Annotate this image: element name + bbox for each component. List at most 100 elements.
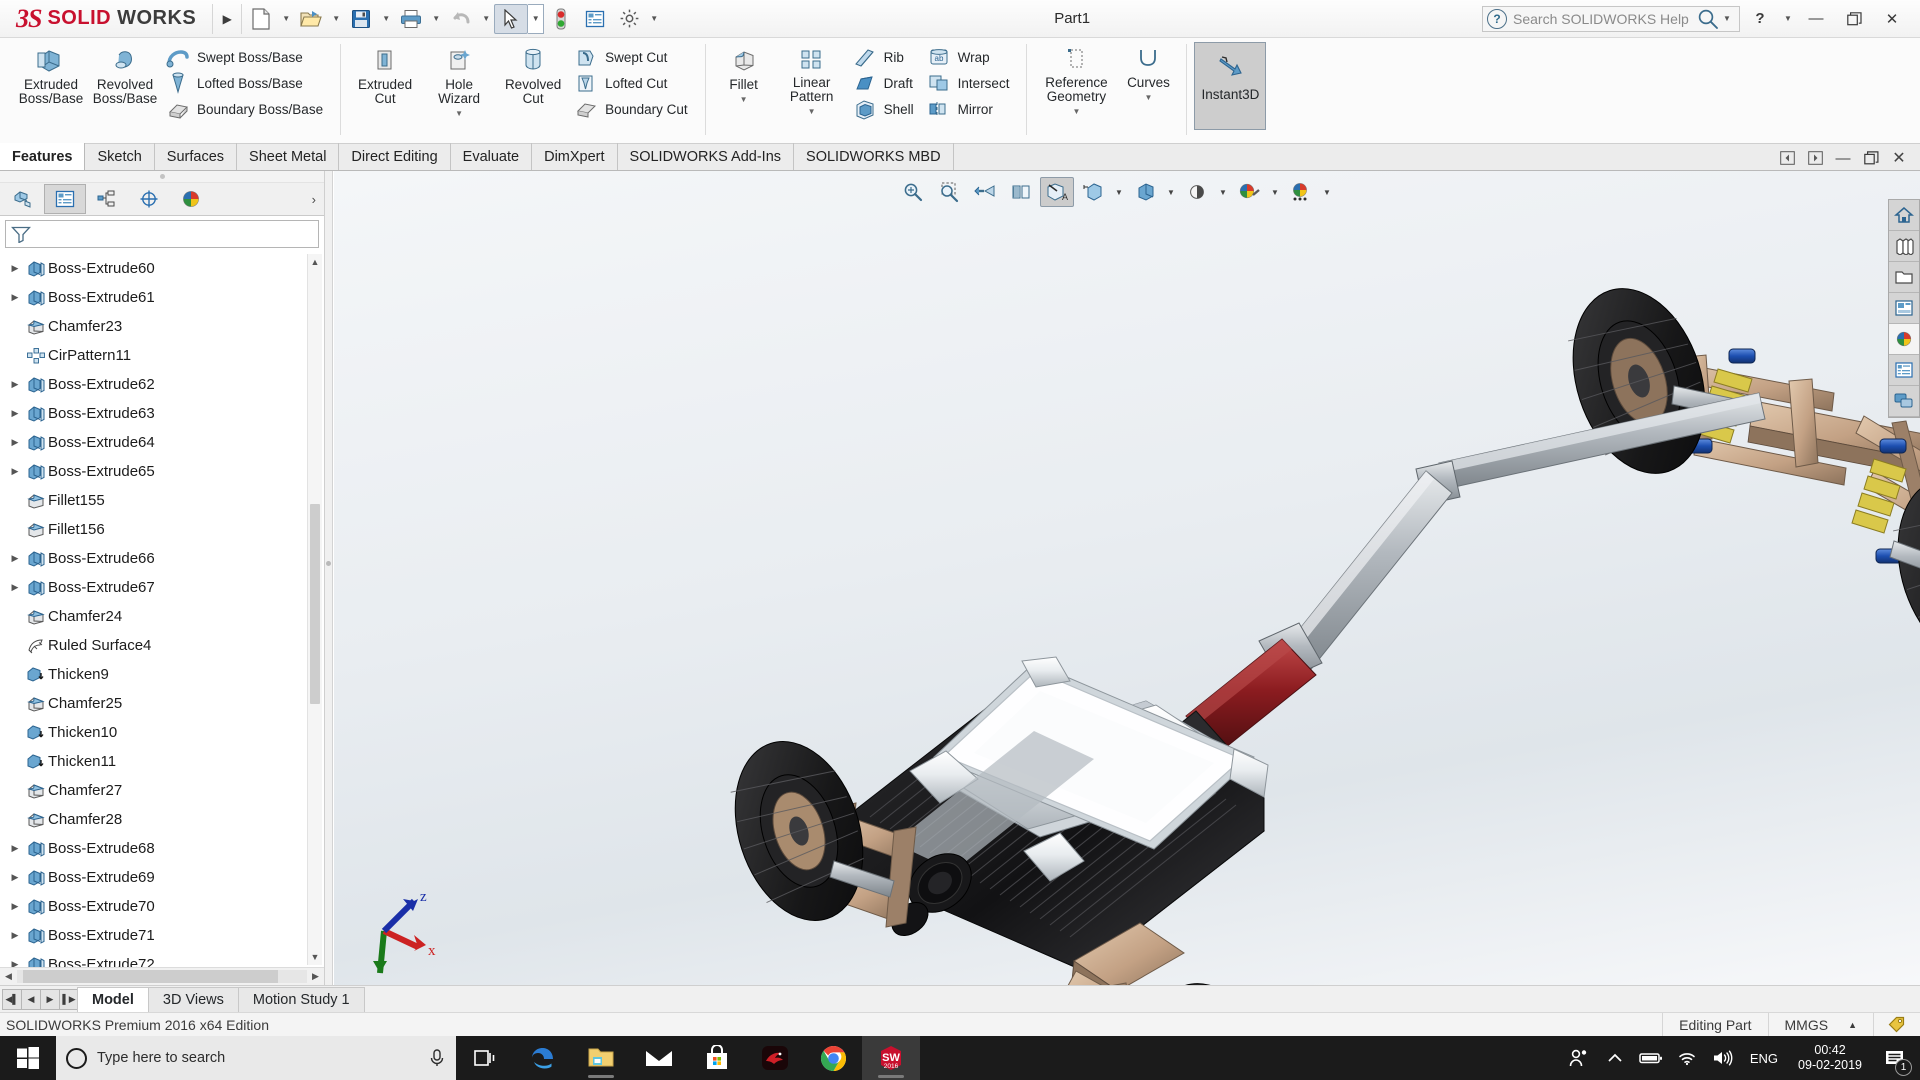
tree-item[interactable]: Chamfer27: [0, 776, 324, 805]
graphics-viewport[interactable]: A ▼ ▼ ▼ ▼ ▼ x z: [334, 171, 1920, 985]
panel-expand-icon[interactable]: ›: [312, 192, 324, 207]
expand-arrow-icon[interactable]: ▶: [6, 466, 24, 477]
expand-arrow-icon[interactable]: ▶: [6, 872, 24, 883]
taskbar-app-dragon-center[interactable]: [746, 1036, 804, 1080]
tab-dimxpert[interactable]: DimXpert: [532, 143, 618, 170]
reference-geometry-caret-icon[interactable]: ▼: [1072, 107, 1080, 116]
dimxpert-manager-tab[interactable]: [128, 184, 170, 214]
fillet-button[interactable]: Fillet: [713, 42, 775, 93]
mirror-button[interactable]: Mirror: [923, 96, 1019, 122]
expand-arrow-icon[interactable]: ▶: [6, 582, 24, 593]
hscroll-track[interactable]: [17, 970, 307, 983]
scroll-thumb[interactable]: [310, 504, 320, 704]
tree-item[interactable]: Ruled Surface4: [0, 631, 324, 660]
tree-item[interactable]: Thicken9: [0, 660, 324, 689]
solidworks-forum-button[interactable]: [1889, 386, 1919, 417]
expand-arrow-icon[interactable]: ▶: [6, 930, 24, 941]
tree-item[interactable]: ▶ Boss-Extrude68: [0, 834, 324, 863]
document-minimize-button[interactable]: —: [1830, 146, 1856, 170]
previous-view-button[interactable]: [968, 177, 1002, 207]
scroll-left-icon[interactable]: ◀: [0, 971, 17, 982]
show-hidden-icons-icon[interactable]: [1598, 1036, 1632, 1080]
linear-pattern-caret-icon[interactable]: ▼: [808, 107, 816, 116]
search-icon[interactable]: [1697, 8, 1719, 30]
language-indicator[interactable]: ENG: [1742, 1036, 1786, 1080]
tree-item[interactable]: ▶ Boss-Extrude64: [0, 428, 324, 457]
battery-icon[interactable]: [1634, 1036, 1668, 1080]
edit-appearance-button[interactable]: [1180, 177, 1214, 207]
extruded-cut-button[interactable]: Extruded Cut: [348, 42, 422, 107]
hide-show-items-button[interactable]: [1128, 177, 1162, 207]
document-restore-button[interactable]: [1858, 146, 1884, 170]
solidworks-logo[interactable]: 3S SOLID WORKS: [0, 0, 210, 38]
custom-properties-button[interactable]: [1889, 355, 1919, 386]
windows-start-icon[interactable]: [0, 1036, 56, 1080]
tree-item[interactable]: ▶ Boss-Extrude61: [0, 283, 324, 312]
doc-tab-motion-study[interactable]: Motion Study 1: [237, 986, 365, 1012]
revolved-boss-base-button[interactable]: Revolved Boss/Base: [88, 42, 162, 107]
volume-icon[interactable]: [1706, 1036, 1740, 1080]
shell-button[interactable]: Shell: [849, 96, 923, 122]
tree-item[interactable]: Thicken10: [0, 718, 324, 747]
scroll-down-icon[interactable]: ▼: [308, 949, 322, 965]
new-document-caret-icon[interactable]: ▼: [278, 4, 294, 34]
tree-item[interactable]: Chamfer24: [0, 602, 324, 631]
undo-caret-icon[interactable]: ▼: [478, 4, 494, 34]
feature-manager-tab[interactable]: [2, 184, 44, 214]
linear-pattern-button[interactable]: Linear Pattern: [775, 42, 849, 105]
display-manager-tab[interactable]: [170, 184, 212, 214]
people-icon[interactable]: [1562, 1036, 1596, 1080]
tree-item[interactable]: ▶ Boss-Extrude63: [0, 399, 324, 428]
curves-caret-icon[interactable]: ▼: [1144, 93, 1152, 102]
panel-grip-handle[interactable]: [0, 171, 324, 183]
tree-horizontal-scrollbar[interactable]: ◀ ▶: [0, 967, 324, 985]
tab-features[interactable]: Features: [0, 143, 86, 170]
tree-item[interactable]: ▶ Boss-Extrude62: [0, 370, 324, 399]
restore-button[interactable]: [1836, 4, 1872, 34]
wifi-icon[interactable]: [1670, 1036, 1704, 1080]
zoom-to-fit-button[interactable]: [896, 177, 930, 207]
rebuild-button[interactable]: [544, 4, 578, 34]
menu-expand-arrow-icon[interactable]: ▶: [215, 12, 239, 26]
help-search-caret-icon[interactable]: ▼: [1719, 4, 1735, 34]
edit-appearance-caret-icon[interactable]: ▼: [1216, 177, 1230, 207]
fillet-caret-icon[interactable]: ▼: [740, 95, 748, 104]
save-document-button[interactable]: [344, 4, 378, 34]
tab-solidworks-mbd[interactable]: SOLIDWORKS MBD: [794, 143, 954, 170]
pin-right-icon[interactable]: [1802, 146, 1828, 170]
doc-tab-3d-views[interactable]: 3D Views: [147, 986, 239, 1012]
pin-left-icon[interactable]: [1774, 146, 1800, 170]
sw-resources-button[interactable]: [1889, 200, 1919, 231]
apply-scene-button[interactable]: [1232, 177, 1266, 207]
taskbar-app-mail[interactable]: [630, 1036, 688, 1080]
tree-item[interactable]: ▶ Boss-Extrude69: [0, 863, 324, 892]
tree-item[interactable]: Fillet155: [0, 486, 324, 515]
curves-button[interactable]: Curves: [1118, 42, 1178, 91]
extruded-boss-base-button[interactable]: Extruded Boss/Base: [14, 42, 88, 107]
first-tab-button[interactable]: ◀▌: [2, 988, 22, 1010]
expand-arrow-icon[interactable]: ▶: [6, 263, 24, 274]
apply-scene-caret-icon[interactable]: ▼: [1268, 177, 1282, 207]
scroll-up-icon[interactable]: ▲: [308, 254, 322, 270]
tree-item[interactable]: ▶ Boss-Extrude70: [0, 892, 324, 921]
tree-item[interactable]: ▶ Boss-Extrude72: [0, 950, 324, 967]
property-manager-tab[interactable]: [44, 184, 86, 214]
view-settings-button[interactable]: [1284, 177, 1318, 207]
tag-icon[interactable]: [1873, 1012, 1920, 1037]
print-document-button[interactable]: [394, 4, 428, 34]
view-orientation-button[interactable]: A: [1040, 177, 1074, 207]
tree-item[interactable]: Fillet156: [0, 515, 324, 544]
zoom-to-area-button[interactable]: [932, 177, 966, 207]
instant3d-toggle-button[interactable]: Instant3D: [1194, 42, 1267, 130]
prev-tab-button[interactable]: ◀: [21, 988, 41, 1010]
microphone-icon[interactable]: [428, 1048, 446, 1068]
tree-item[interactable]: Thicken11: [0, 747, 324, 776]
tree-item[interactable]: ▶ Boss-Extrude67: [0, 573, 324, 602]
tree-item[interactable]: ▶ Boss-Extrude60: [0, 254, 324, 283]
doc-tab-model[interactable]: Model: [77, 986, 149, 1012]
feature-filter-input[interactable]: [5, 220, 319, 248]
swept-cut-button[interactable]: Swept Cut: [570, 44, 697, 70]
reference-geometry-button[interactable]: Reference Geometry: [1034, 42, 1118, 105]
tree-item[interactable]: ▶ Boss-Extrude71: [0, 921, 324, 950]
taskbar-app-edge[interactable]: [514, 1036, 572, 1080]
